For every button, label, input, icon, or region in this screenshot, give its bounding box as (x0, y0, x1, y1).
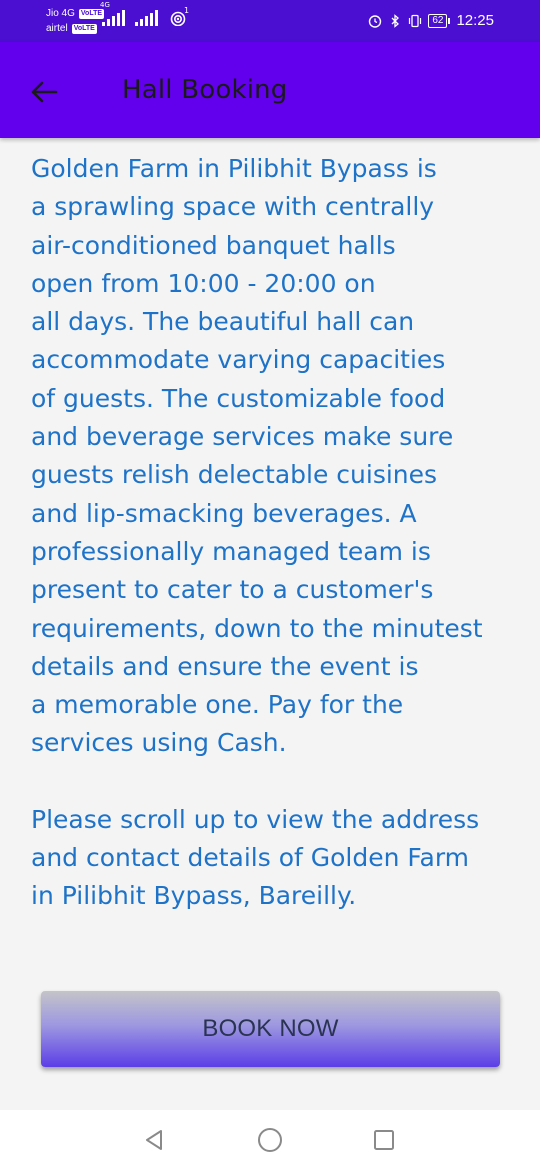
hall-description: Golden Farm in Pilibhit Bypass is a spra… (31, 150, 511, 916)
clock: 12:25 (456, 12, 494, 29)
square-recents-icon (374, 1130, 394, 1150)
back-button[interactable] (22, 70, 66, 114)
hotspot-count: 1 (184, 6, 190, 15)
signal-2-icon (135, 10, 158, 26)
carrier-1: Jio 4G (46, 7, 75, 19)
battery-level: 62 (428, 13, 448, 28)
book-now-label: BOOK NOW (202, 1015, 339, 1042)
alarm-icon (369, 14, 382, 28)
signal-indicators: 4G (100, 1, 188, 26)
nav-back-button[interactable] (138, 1124, 170, 1156)
book-now-button[interactable]: BOOK NOW (41, 991, 500, 1067)
app-bar: Hall Booking (0, 42, 540, 138)
nav-home-button[interactable] (254, 1124, 286, 1156)
navigation-bar (0, 1110, 540, 1170)
description-paragraph: Golden Farm in Pilibhit Bypass is a spra… (31, 154, 483, 758)
vibrate-icon (409, 14, 422, 27)
volte-badge-1: VoLTE (78, 8, 105, 19)
signal-1-icon: 4G (100, 1, 125, 26)
carrier-2: airtel (46, 22, 68, 34)
net-type: 4G (100, 1, 110, 9)
nav-recents-button[interactable] (368, 1124, 400, 1156)
triangle-back-icon (146, 1130, 162, 1150)
carrier-info: Jio 4G VoLTE airtel VoLTE (46, 6, 105, 36)
volte-badge-2: VoLTE (71, 23, 97, 34)
battery-icon: 62 (428, 13, 451, 28)
circle-home-icon (258, 1128, 282, 1152)
status-bar: Jio 4G VoLTE airtel VoLTE 4G 1 62 12:25 (0, 0, 540, 42)
status-right: 62 12:25 (368, 12, 494, 29)
arrow-left-icon (31, 81, 58, 103)
scroll-hint-paragraph: Please scroll up to view the address and… (31, 804, 480, 911)
bluetooth-icon (391, 13, 400, 28)
page-title: Hall Booking (122, 75, 288, 105)
